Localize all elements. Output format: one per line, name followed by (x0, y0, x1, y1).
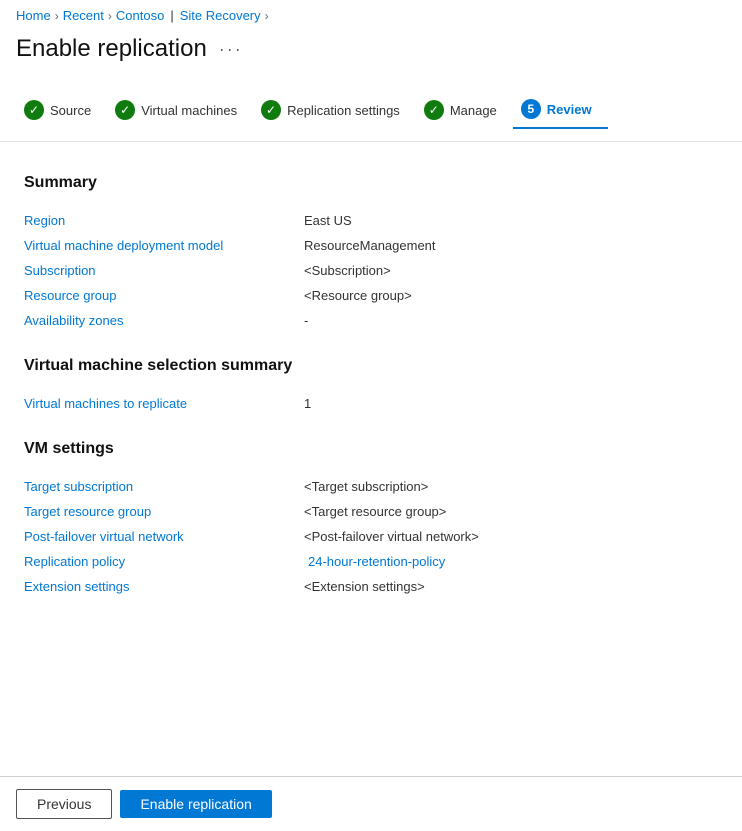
page-title: Enable replication (16, 35, 207, 63)
vm-settings-row-policy: Replication policy 24-hour-retention-pol… (24, 549, 718, 574)
enable-replication-button[interactable]: Enable replication (120, 790, 271, 818)
footer: Previous Enable replication (0, 776, 742, 831)
vm-settings-value-extension: <Extension settings> (304, 579, 425, 594)
wizard-steps: ✓ Source ✓ Virtual machines ✓ Replicatio… (0, 79, 742, 142)
summary-value-deployment: ResourceManagement (304, 238, 436, 253)
vm-settings-label-policy: Replication policy (24, 554, 304, 569)
step-manage-label: Manage (450, 103, 497, 118)
vm-selection-row: Virtual machines to replicate 1 (24, 391, 718, 416)
step-review[interactable]: 5 Review (513, 91, 608, 129)
breadcrumb-contoso: Contoso (116, 8, 164, 23)
vm-settings-row-target-rg: Target resource group <Target resource g… (24, 499, 718, 524)
summary-row-availability: Availability zones - (24, 308, 718, 333)
vm-selection-label: Virtual machines to replicate (24, 396, 304, 411)
summary-label-subscription: Subscription (24, 263, 304, 278)
step-review-label: Review (547, 102, 592, 117)
vm-settings-value-policy[interactable]: 24-hour-retention-policy (308, 554, 445, 569)
vm-settings-value-target-sub: <Target subscription> (304, 479, 428, 494)
summary-row-deployment: Virtual machine deployment model Resourc… (24, 233, 718, 258)
vm-settings-row-network: Post-failover virtual network <Post-fail… (24, 524, 718, 549)
summary-value-subscription: <Subscription> (304, 263, 391, 278)
vm-settings-value-target-rg: <Target resource group> (304, 504, 446, 519)
breadcrumb-recent[interactable]: Recent (63, 8, 104, 23)
vm-selection-table: Virtual machines to replicate 1 (24, 391, 718, 416)
vm-settings-value-network: <Post-failover virtual network> (304, 529, 479, 544)
vm-settings-table: Target subscription <Target subscription… (24, 474, 718, 599)
vm-selection-title: Virtual machine selection summary (24, 357, 718, 375)
step-manage[interactable]: ✓ Manage (416, 92, 513, 128)
step-review-number: 5 (521, 99, 541, 119)
summary-label-availability: Availability zones (24, 313, 304, 328)
step-replication-settings[interactable]: ✓ Replication settings (253, 92, 416, 128)
vm-settings-title: VM settings (24, 440, 718, 458)
step-source-check-icon: ✓ (24, 100, 44, 120)
step-rep-label: Replication settings (287, 103, 400, 118)
vm-selection-value: 1 (304, 396, 311, 411)
more-options-icon[interactable]: ··· (219, 39, 243, 60)
step-source[interactable]: ✓ Source (16, 92, 107, 128)
summary-row-resource-group: Resource group <Resource group> (24, 283, 718, 308)
summary-row-subscription: Subscription <Subscription> (24, 258, 718, 283)
previous-button[interactable]: Previous (16, 789, 112, 819)
breadcrumb: Home › Recent › Contoso | Site Recovery … (0, 0, 742, 31)
breadcrumb-site-recovery[interactable]: Site Recovery (180, 8, 261, 23)
breadcrumb-sep-2: › (108, 9, 112, 23)
breadcrumb-pipe: | (170, 8, 173, 23)
vm-settings-label-extension: Extension settings (24, 579, 304, 594)
step-manage-check-icon: ✓ (424, 100, 444, 120)
page-header: Enable replication ··· (0, 31, 742, 79)
summary-label-deployment: Virtual machine deployment model (24, 238, 304, 253)
step-rep-check-icon: ✓ (261, 100, 281, 120)
vm-settings-label-target-rg: Target resource group (24, 504, 304, 519)
step-vm-label: Virtual machines (141, 103, 237, 118)
summary-value-resource-group: <Resource group> (304, 288, 412, 303)
vm-settings-row-extension: Extension settings <Extension settings> (24, 574, 718, 599)
breadcrumb-sep-3: › (265, 9, 269, 23)
step-vm-check-icon: ✓ (115, 100, 135, 120)
step-source-label: Source (50, 103, 91, 118)
breadcrumb-home[interactable]: Home (16, 8, 51, 23)
summary-title: Summary (24, 174, 718, 192)
breadcrumb-sep-1: › (55, 9, 59, 23)
summary-row-region: Region East US (24, 208, 718, 233)
main-content: Summary Region East US Virtual machine d… (0, 150, 742, 639)
summary-value-availability: - (304, 313, 308, 328)
summary-value-region: East US (304, 213, 352, 228)
vm-settings-row-target-sub: Target subscription <Target subscription… (24, 474, 718, 499)
summary-label-region: Region (24, 213, 304, 228)
vm-settings-label-target-sub: Target subscription (24, 479, 304, 494)
vm-settings-label-network: Post-failover virtual network (24, 529, 304, 544)
step-virtual-machines[interactable]: ✓ Virtual machines (107, 92, 253, 128)
summary-table: Region East US Virtual machine deploymen… (24, 208, 718, 333)
summary-label-resource-group: Resource group (24, 288, 304, 303)
